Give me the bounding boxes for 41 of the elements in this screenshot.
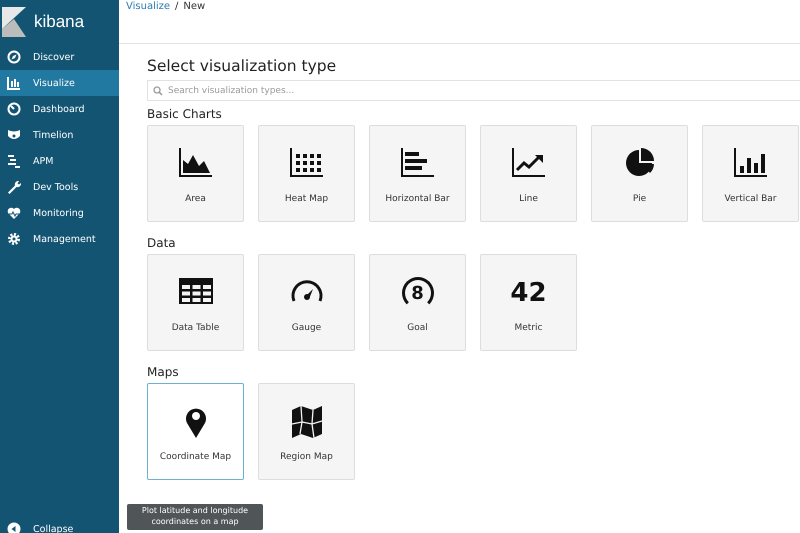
visualization-card[interactable]: Gauge <box>258 254 355 351</box>
search-icon <box>153 86 163 96</box>
nav-item[interactable]: Discover <box>0 44 119 70</box>
page-title: Select visualization type <box>147 57 338 75</box>
visualization-card[interactable]: 8 Goal <box>369 254 466 351</box>
search-field[interactable]: Search visualization types... <box>147 80 800 101</box>
nav-item[interactable]: Management <box>0 226 119 252</box>
settings-icon <box>7 232 21 246</box>
tooltip: Plot latitude and longitude coordinates on a map <box>127 504 263 530</box>
visualization-card[interactable]: 42 Metric <box>480 254 577 351</box>
mask-icon <box>7 128 21 142</box>
nav-item[interactable]: Visualize <box>0 70 119 96</box>
breadcrumb-link[interactable]: Visualize <box>126 1 170 12</box>
lines-icon <box>7 154 21 168</box>
visualization-card[interactable]: Data Table <box>147 254 244 351</box>
section-heading: Maps <box>147 365 180 379</box>
visualization-card[interactable]: Coordinate Map <box>147 383 244 480</box>
visualization-card[interactable]: Horizontal Bar <box>369 125 466 222</box>
visualization-card[interactable]: Region Map <box>258 383 355 480</box>
visualization-card[interactable]: Line <box>480 125 577 222</box>
metric-number: 42 <box>510 278 547 308</box>
wrench-icon <box>7 180 21 194</box>
gauge-icon <box>7 102 21 116</box>
visualization-card[interactable]: Pie <box>591 125 688 222</box>
visualization-card[interactable]: Vertical Bar <box>702 125 799 222</box>
visualization-card[interactable]: Area <box>147 125 244 222</box>
breadcrumb-current: New <box>183 1 206 12</box>
visualization-card[interactable]: Heat Map <box>258 125 355 222</box>
nav-item[interactable]: Timelion <box>0 122 119 148</box>
section-heading: Data <box>147 236 177 250</box>
breadcrumb-separator: / <box>175 1 178 12</box>
logo-icon <box>2 7 26 37</box>
logo-text: kibana <box>34 12 84 32</box>
bar-chart-icon <box>7 76 21 90</box>
nav-item[interactable]: Dashboard <box>0 96 119 122</box>
section-heading: Basic Charts <box>147 107 223 121</box>
nav-item[interactable]: APM <box>0 148 119 174</box>
nav-item[interactable]: Dev Tools <box>0 174 119 200</box>
nav-item[interactable]: Monitoring <box>0 200 119 226</box>
heart-icon <box>7 206 21 220</box>
compass-icon <box>7 50 21 64</box>
